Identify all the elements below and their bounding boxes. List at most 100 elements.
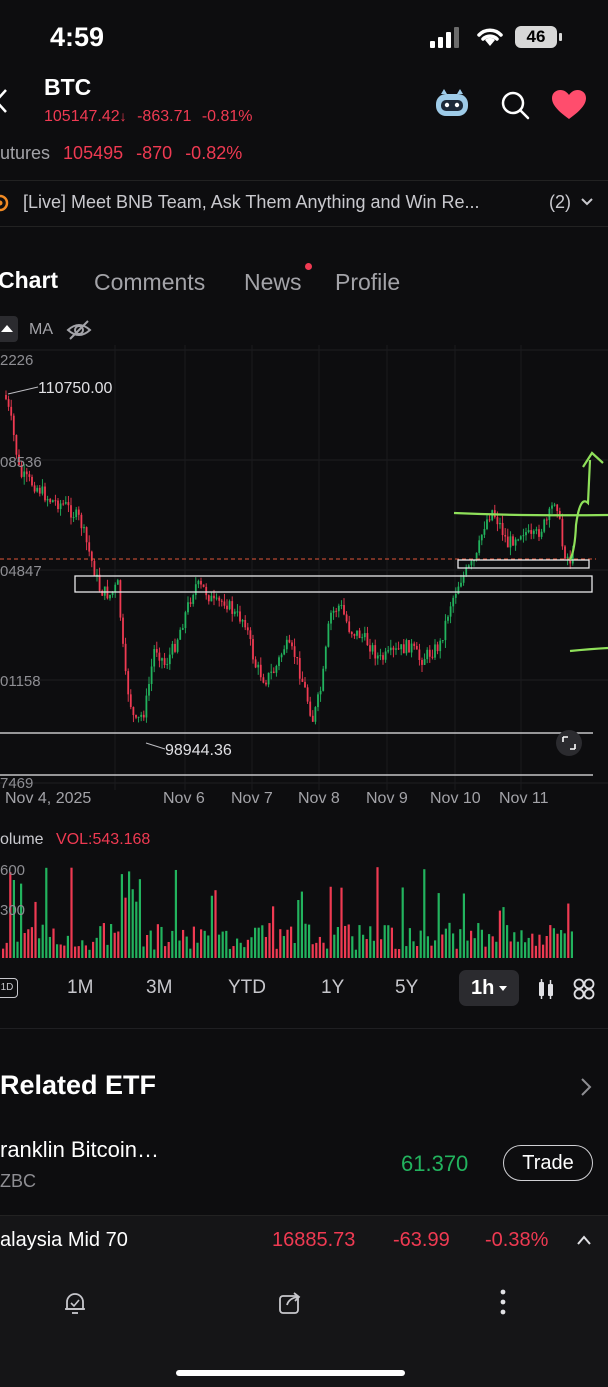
candle-body: [371, 645, 374, 652]
candle-body: [93, 560, 96, 576]
drawn-resistance-line: [453, 511, 608, 517]
trade-button[interactable]: Trade: [503, 1145, 593, 1181]
grid-layout-icon[interactable]: [573, 978, 595, 1000]
candle-body: [241, 619, 244, 622]
candle-body: [504, 535, 507, 537]
candle-body: [267, 672, 270, 685]
volume-bar: [484, 946, 487, 958]
candle-body: [25, 471, 28, 475]
volume-bar: [405, 946, 408, 958]
range-ytd[interactable]: YTD: [228, 977, 266, 999]
volume-bar: [128, 871, 131, 958]
candle-body: [127, 671, 130, 695]
candle-body: [44, 486, 46, 501]
live-banner[interactable]: [Live] Meet BNB Team, Ask Them Anything …: [0, 180, 608, 227]
volume-bar: [416, 946, 419, 958]
wifi-icon: [477, 28, 503, 46]
indicator-toggle[interactable]: [0, 316, 18, 342]
candle-body: [421, 659, 423, 665]
candle-body: [72, 517, 75, 519]
volume-bar: [480, 929, 483, 958]
back-icon[interactable]: [0, 86, 8, 116]
tab-profile[interactable]: Profile: [335, 269, 400, 296]
candle-body: [358, 630, 361, 638]
chevron-right-icon[interactable]: [580, 1077, 592, 1097]
candle-body: [270, 671, 273, 673]
volume-label: olume: [0, 831, 44, 848]
candle-body: [527, 530, 530, 533]
tab-chart[interactable]: Chart: [0, 267, 58, 294]
candle-body: [439, 640, 442, 652]
candle-body: [408, 640, 410, 653]
range-1d[interactable]: 1D: [0, 978, 18, 998]
candlestick-type-icon[interactable]: [536, 978, 556, 1000]
index-ticker-bar[interactable]: alaysia Mid 70 16885.73 -63.99 -0.38%: [0, 1215, 608, 1268]
interval-selector[interactable]: 1h: [459, 970, 519, 1006]
x-tick-label: Nov 6: [163, 790, 205, 807]
candle-body: [129, 694, 132, 708]
tab-comments[interactable]: Comments: [94, 269, 205, 296]
share-icon[interactable]: [277, 1290, 303, 1316]
index-change-pct: -0.38%: [485, 1229, 549, 1251]
eye-hidden-icon[interactable]: [66, 318, 92, 342]
volume-bar: [351, 936, 354, 958]
candle-body: [519, 536, 522, 540]
futures-line[interactable]: utures 105495 -870 -0.82%: [0, 143, 242, 164]
candle-body: [415, 645, 418, 650]
volume-bar: [531, 933, 534, 958]
price-chart[interactable]: 2226 08536 04847 01158 7469 110750.00 98…: [0, 345, 608, 790]
volume-bar: [254, 927, 257, 958]
favorite-heart-icon[interactable]: [551, 89, 587, 121]
candle-body: [223, 601, 226, 606]
candle-body: [304, 681, 306, 688]
volume-bar: [174, 869, 177, 958]
tab-news[interactable]: News: [244, 269, 302, 296]
price-alert-icon[interactable]: [62, 1290, 88, 1316]
volume-bar: [153, 949, 156, 958]
volume-bar: [243, 947, 246, 958]
volume-bar: [45, 867, 48, 958]
etf-name[interactable]: ranklin Bitcoin…: [0, 1137, 159, 1163]
search-icon[interactable]: [499, 89, 531, 121]
range-1m[interactable]: 1M: [67, 977, 93, 999]
range-3m[interactable]: 3M: [146, 977, 172, 999]
volume-bar: [290, 926, 293, 958]
candle-body: [83, 527, 85, 529]
candle-body: [171, 643, 174, 655]
candle-body: [501, 522, 504, 536]
candle-body: [361, 637, 364, 639]
candle-body: [218, 597, 221, 601]
volume-bar: [275, 948, 278, 958]
more-options-icon[interactable]: [498, 1288, 508, 1316]
candle-body: [145, 695, 148, 718]
volume-bar: [308, 924, 311, 958]
candle-body: [28, 474, 31, 477]
candle-body: [387, 650, 390, 652]
range-1y[interactable]: 1Y: [321, 977, 344, 999]
volume-bar: [527, 937, 530, 958]
volume-bar: [92, 941, 95, 958]
candle-body: [38, 487, 41, 494]
y-tick-label: 01158: [0, 673, 41, 690]
expand-icon[interactable]: [556, 730, 582, 756]
volume-bar: [268, 923, 271, 958]
range-5y[interactable]: 5Y: [395, 977, 418, 999]
candle-body: [122, 617, 124, 644]
candle-body: [210, 595, 213, 602]
volume-bar: [394, 948, 397, 958]
candle-body: [119, 580, 122, 618]
volume-bar: [563, 933, 566, 958]
candle-body: [319, 690, 322, 695]
ma-label[interactable]: MA: [29, 321, 53, 339]
high-leader-line: [7, 386, 39, 395]
candle-body: [309, 701, 312, 716]
index-value: 16885.73: [272, 1229, 356, 1251]
volume-bar: [210, 895, 213, 958]
assistant-robot-icon[interactable]: [433, 88, 471, 120]
volume-bar: [423, 869, 426, 958]
candle-body: [512, 536, 514, 546]
cellular-signal-icon: [430, 27, 459, 48]
volume-bar: [549, 925, 552, 958]
chevron-up-icon[interactable]: [576, 1234, 592, 1246]
candle-body: [564, 546, 566, 559]
